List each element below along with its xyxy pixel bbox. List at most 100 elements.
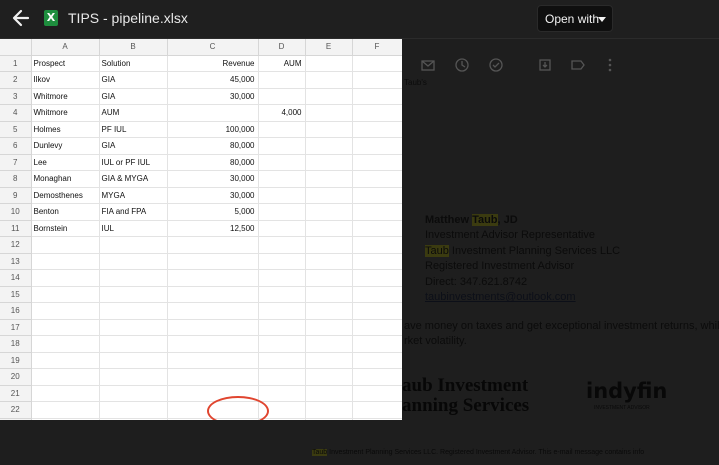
table-cell[interactable] [352,154,402,171]
table-cell[interactable] [258,352,306,369]
table-cell[interactable] [305,401,353,419]
table-cell[interactable] [258,170,306,188]
row-number[interactable]: 13 [0,253,32,270]
table-cell[interactable] [31,352,100,369]
row-number[interactable]: 10 [0,203,32,221]
table-cell[interactable] [305,368,353,386]
table-cell[interactable] [258,88,306,105]
table-cell[interactable] [31,401,100,419]
table-cell[interactable] [258,187,306,204]
table-cell[interactable] [305,302,353,320]
table-cell[interactable] [167,286,259,303]
table-cell[interactable] [352,71,402,89]
table-cell[interactable]: 80,000 [167,137,259,155]
table-cell[interactable] [31,335,100,353]
row-number[interactable]: 18 [0,335,32,353]
table-cell[interactable] [305,269,353,287]
table-cell[interactable] [31,302,100,320]
table-cell[interactable] [167,104,259,122]
table-cell[interactable] [305,170,353,188]
table-cell[interactable]: IUL or PF IUL [99,154,168,171]
table-cell[interactable] [352,170,402,188]
table-cell[interactable] [352,88,402,105]
table-cell[interactable] [31,236,100,254]
table-cell[interactable]: 12,500 [167,220,259,237]
row-number[interactable]: 2 [0,71,32,89]
table-cell[interactable] [352,286,402,303]
table-cell[interactable] [305,137,353,155]
table-cell[interactable]: 100,000 [167,121,259,138]
table-cell[interactable] [305,236,353,254]
table-cell[interactable] [258,319,306,336]
column-header[interactable]: D [258,39,306,56]
table-cell[interactable]: GIA [99,88,168,105]
table-cell[interactable]: AUM [99,104,168,122]
table-cell[interactable] [31,253,100,270]
row-number[interactable]: 14 [0,269,32,287]
row-number[interactable]: 8 [0,170,32,188]
table-cell[interactable] [258,335,306,353]
table-cell[interactable] [99,352,168,369]
table-cell[interactable]: GIA & MYGA [99,170,168,188]
table-cell[interactable] [352,55,402,72]
row-number[interactable]: 12 [0,236,32,254]
table-cell[interactable] [352,253,402,270]
open-with-button[interactable]: Open with [537,5,613,32]
row-number[interactable]: 5 [0,121,32,138]
table-cell[interactable]: 80,000 [167,154,259,171]
table-cell[interactable]: Lee [31,154,100,171]
table-cell[interactable] [258,385,306,402]
column-header[interactable]: B [99,39,168,56]
table-cell[interactable] [352,401,402,419]
table-cell[interactable] [305,253,353,270]
row-number[interactable]: 15 [0,286,32,303]
table-cell[interactable] [305,319,353,336]
table-cell[interactable]: 5,000 [167,203,259,221]
row-number[interactable]: 4 [0,104,32,122]
table-cell[interactable]: Holmes [31,121,100,138]
table-cell[interactable] [352,104,402,122]
row-number[interactable]: 3 [0,88,32,105]
table-cell[interactable] [258,302,306,320]
table-cell[interactable] [167,253,259,270]
table-cell[interactable] [31,319,100,336]
column-header[interactable]: E [305,39,353,56]
table-cell[interactable] [352,220,402,237]
table-cell[interactable]: 30,000 [167,187,259,204]
row-number[interactable]: 11 [0,220,32,237]
row-number[interactable]: 21 [0,385,32,402]
table-cell[interactable] [352,137,402,155]
table-cell[interactable] [167,236,259,254]
table-cell[interactable] [258,137,306,155]
table-cell[interactable] [167,368,259,386]
table-cell[interactable]: FIA and FPA [99,203,168,221]
table-cell[interactable]: Prospect [31,55,100,72]
table-cell[interactable] [258,253,306,270]
table-cell[interactable] [305,187,353,204]
table-cell[interactable] [305,335,353,353]
table-cell[interactable]: 30,000 [167,88,259,105]
table-cell[interactable]: GIA [99,137,168,155]
table-cell[interactable] [305,154,353,171]
table-cell[interactable]: IUL [99,220,168,237]
table-cell[interactable]: Whitmore [31,88,100,105]
table-cell[interactable] [31,269,100,287]
row-number[interactable]: 20 [0,368,32,386]
table-cell[interactable]: 30,000 [167,170,259,188]
table-cell[interactable]: Bornstein [31,220,100,237]
row-number[interactable]: 6 [0,137,32,155]
table-cell[interactable] [167,269,259,287]
table-cell[interactable] [352,121,402,138]
table-cell[interactable] [167,352,259,369]
table-cell[interactable] [352,368,402,386]
table-cell[interactable]: Demosthenes [31,187,100,204]
table-cell[interactable] [258,154,306,171]
table-cell[interactable] [352,319,402,336]
table-cell[interactable]: Benton [31,203,100,221]
table-cell[interactable] [305,203,353,221]
table-cell[interactable] [352,385,402,402]
table-cell[interactable] [99,385,168,402]
row-number[interactable]: 22 [0,401,32,419]
table-cell[interactable] [305,418,353,420]
table-cell[interactable]: 45,000 [167,71,259,89]
